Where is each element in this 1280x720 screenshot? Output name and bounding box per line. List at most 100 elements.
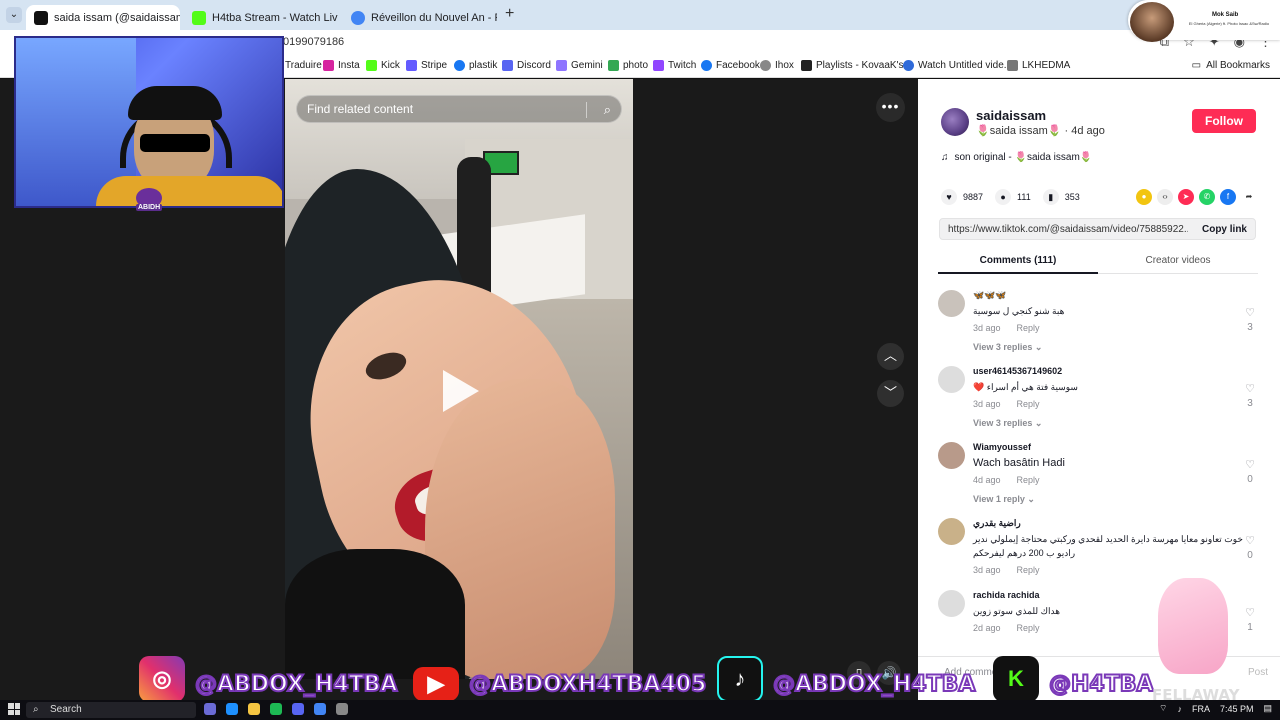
bookmark-twitch[interactable]: Twitch bbox=[653, 60, 696, 71]
play-icon[interactable] bbox=[443, 370, 479, 412]
send-icon[interactable]: ➤ bbox=[1178, 189, 1194, 205]
notification-icon[interactable]: ▤ bbox=[1263, 703, 1272, 714]
tab-creator-videos[interactable]: Creator videos bbox=[1098, 255, 1258, 266]
bookmark-lkhedma[interactable]: LKHEDMA bbox=[1007, 60, 1070, 71]
avatar[interactable] bbox=[938, 590, 965, 617]
bookmark-plastik[interactable]: plastik bbox=[454, 60, 497, 71]
bookmark-insta[interactable]: Insta bbox=[323, 60, 360, 71]
tab-comments[interactable]: Comments (111) bbox=[938, 255, 1098, 266]
tab-search-button[interactable]: ⌄ bbox=[6, 7, 22, 23]
comment-author[interactable]: rachida rachida bbox=[973, 590, 1040, 600]
like-stat[interactable]: ♥ 9887 bbox=[941, 189, 983, 205]
avatar[interactable] bbox=[938, 290, 965, 317]
save-stat[interactable]: ▮ 353 bbox=[1042, 189, 1080, 205]
taskbar-search[interactable]: ⌕ Search bbox=[26, 702, 196, 718]
social-kick: K @H4TBA bbox=[993, 656, 1155, 702]
music-info[interactable]: ♫ son original - 🌷saida issam🌷 bbox=[941, 152, 1092, 163]
post-stats: ♥ 9887 ● 111 ▮ 353 bbox=[941, 189, 1080, 205]
bookmark-kick[interactable]: Kick bbox=[366, 60, 400, 71]
previous-video-button[interactable]: ︿ bbox=[877, 343, 904, 370]
view-replies[interactable]: View 1 reply ⌄ bbox=[973, 494, 1035, 505]
url-text[interactable]: 0199079186 bbox=[283, 36, 344, 48]
instagram-icon: ◎ bbox=[139, 656, 185, 702]
edge-icon[interactable] bbox=[226, 703, 238, 715]
bookmark-label: Watch Untitled vide... bbox=[918, 60, 1013, 71]
post-nickname-date: 🌷saida issam🌷 · 4d ago bbox=[976, 125, 1105, 137]
avatar[interactable] bbox=[941, 108, 969, 136]
heart-outline-icon[interactable]: ♡ bbox=[1244, 306, 1256, 319]
reply-link[interactable]: Reply bbox=[1017, 565, 1040, 575]
task-view-icon[interactable] bbox=[204, 703, 216, 715]
find-related-search[interactable]: Find related content ⌕ bbox=[296, 95, 622, 123]
now-playing-name: Mok Saib bbox=[1212, 12, 1239, 18]
windows-start-icon[interactable] bbox=[8, 703, 20, 715]
reply-link[interactable]: Reply bbox=[1017, 623, 1040, 633]
embed-icon[interactable]: ‹› bbox=[1157, 189, 1173, 205]
comment-time: 3d ago bbox=[973, 565, 1001, 575]
volume-icon[interactable]: ♪ bbox=[1177, 704, 1182, 714]
comment-author[interactable]: Wiamyoussef bbox=[973, 442, 1031, 452]
bookmark-watch[interactable]: Watch Untitled vide... bbox=[903, 60, 1012, 71]
search-icon[interactable]: ⌕ bbox=[604, 102, 611, 118]
more-options-button[interactable]: ••• bbox=[876, 93, 905, 122]
copy-link-button[interactable]: Copy link bbox=[1202, 224, 1247, 235]
heart-outline-icon[interactable]: ♡ bbox=[1244, 606, 1256, 619]
next-video-button[interactable]: ﹀ bbox=[877, 380, 904, 407]
twitch-icon bbox=[653, 60, 664, 71]
like-count: 9887 bbox=[963, 192, 984, 202]
new-tab-button[interactable]: + bbox=[505, 5, 514, 23]
heart-outline-icon[interactable]: ♡ bbox=[1244, 458, 1256, 471]
heart-outline-icon[interactable]: ♡ bbox=[1244, 534, 1256, 547]
kick-favicon-icon bbox=[192, 10, 206, 25]
comment-like-count: 3 bbox=[1247, 322, 1253, 333]
discord-icon[interactable] bbox=[292, 703, 304, 715]
avatar[interactable] bbox=[938, 442, 965, 469]
browser-tab-tiktok[interactable]: saida issam (@saidaissam) ✕ bbox=[26, 5, 180, 30]
bookmark-label: Kick bbox=[381, 60, 400, 71]
facebook-icon[interactable]: f bbox=[1220, 189, 1236, 205]
clock[interactable]: 7:45 PM bbox=[1220, 704, 1254, 714]
comment-author[interactable]: user46145367149602 bbox=[973, 366, 1062, 376]
comment-meta: 2d ago Reply bbox=[973, 623, 1040, 633]
bookmark-ihox[interactable]: Ihox bbox=[760, 60, 794, 71]
chrome-icon[interactable] bbox=[314, 703, 326, 715]
reply-link[interactable]: Reply bbox=[1017, 323, 1040, 333]
browser-tab-google[interactable]: Réveillon du Nouvel An - Recherche ✕ bbox=[343, 5, 497, 30]
avatar[interactable] bbox=[938, 518, 965, 545]
view-replies[interactable]: View 3 replies ⌄ bbox=[973, 342, 1042, 353]
all-bookmarks[interactable]: ▭ All Bookmarks bbox=[1192, 60, 1270, 71]
post-username[interactable]: saidaissam bbox=[976, 108, 1046, 123]
comment-item: 🦋🦋🦋 هبة شنو كنجي ل سوسية 3d ago Reply Vie… bbox=[938, 290, 1258, 356]
folder-icon: ▭ bbox=[1191, 60, 1202, 71]
social-instagram: ◎ @ABDOX_H4TBA bbox=[139, 656, 398, 702]
comment-author[interactable]: 🦋🦋🦋 bbox=[973, 290, 1007, 301]
view-replies[interactable]: View 3 replies ⌄ bbox=[973, 418, 1042, 429]
comment-meta: 4d ago Reply bbox=[973, 475, 1040, 485]
obs-icon[interactable] bbox=[336, 703, 348, 715]
heart-outline-icon[interactable]: ♡ bbox=[1244, 382, 1256, 395]
avatar[interactable] bbox=[938, 366, 965, 393]
comment-like-count: 0 bbox=[1247, 550, 1253, 561]
reply-link[interactable]: Reply bbox=[1017, 475, 1040, 485]
whatsapp-icon[interactable]: ✆ bbox=[1199, 189, 1215, 205]
language-indicator[interactable]: FRA bbox=[1192, 704, 1210, 714]
wifi-icon[interactable]: ⌔ bbox=[1159, 703, 1167, 714]
coin-icon[interactable]: ● bbox=[1136, 189, 1152, 205]
bookmark-facebook[interactable]: Facebook bbox=[701, 60, 760, 71]
follow-button[interactable]: Follow bbox=[1192, 109, 1256, 133]
bookmark-stripe[interactable]: Stripe bbox=[406, 60, 447, 71]
spotify-icon[interactable] bbox=[270, 703, 282, 715]
post-link[interactable]: https://www.tiktok.com/@saidaissam/video… bbox=[948, 224, 1188, 235]
music-title: son original - 🌷saida issam🌷 bbox=[954, 152, 1093, 163]
bookmark-photo[interactable]: photo bbox=[608, 60, 648, 71]
comment-stat[interactable]: ● 111 bbox=[995, 189, 1031, 205]
explorer-icon[interactable] bbox=[248, 703, 260, 715]
bookmark-discord[interactable]: Discord bbox=[502, 60, 551, 71]
share-arrow-icon[interactable]: ➦ bbox=[1241, 189, 1257, 205]
now-playing-card: Mok Saib El Gheria (Algerie) ft. Photo I… bbox=[1128, 0, 1280, 42]
bookmark-kovaak[interactable]: Playlists - KovaaK's... bbox=[801, 60, 912, 71]
browser-tab-kick[interactable]: H4tba Stream - Watch Live on Kick ✕ bbox=[184, 5, 338, 30]
comment-author[interactable]: راضية بقدري bbox=[973, 518, 1021, 529]
reply-link[interactable]: Reply bbox=[1017, 399, 1040, 409]
bookmark-gemini[interactable]: Gemini bbox=[556, 60, 603, 71]
